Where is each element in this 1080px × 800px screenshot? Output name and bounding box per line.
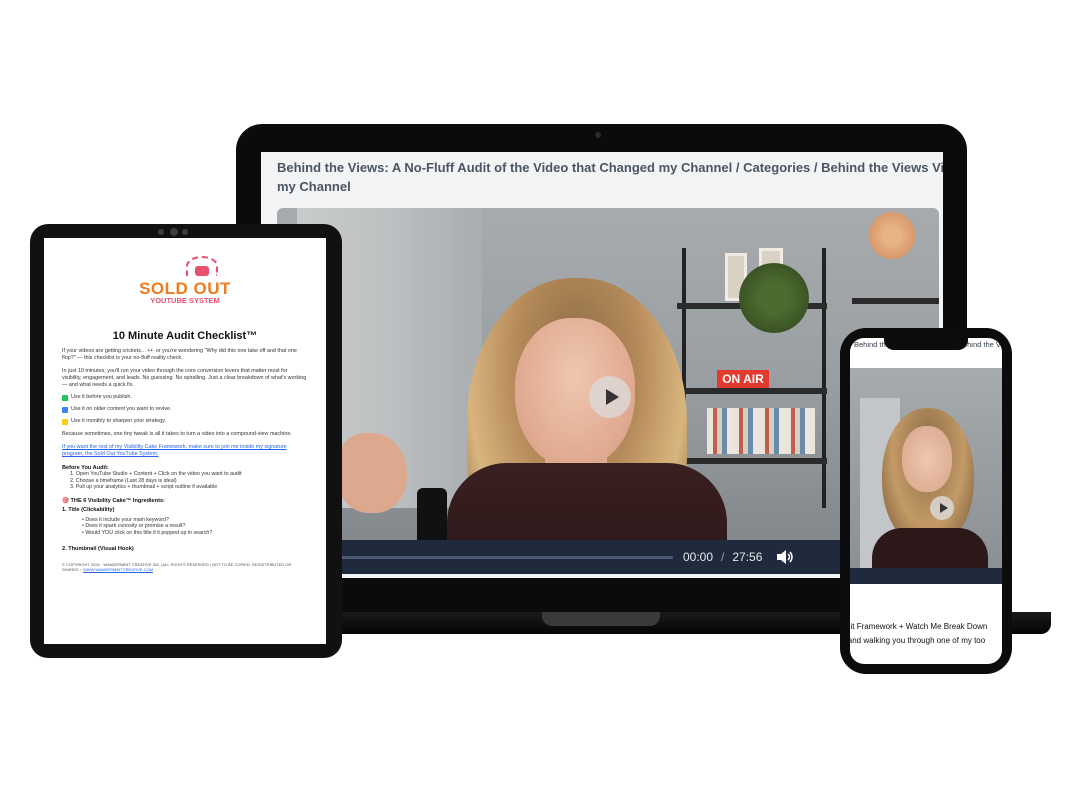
- title-bullet: • Does it spark curiosity or promise a r…: [82, 523, 186, 530]
- books: [707, 408, 815, 454]
- intro-paragraph: In just 10 minutes, you'll run your vide…: [62, 368, 307, 388]
- brand-logo: SOLD OUT YOUTUBE SYSTEM: [62, 238, 308, 308]
- laptop-base-notch: [542, 612, 660, 626]
- bullet-text: Would YOU click on this title if it popp…: [85, 529, 213, 536]
- lightbulb-icon: [62, 418, 68, 425]
- duration: 27:56: [732, 550, 763, 564]
- phone-description-line: n Audit Framework + Watch Me Break Down: [850, 622, 988, 631]
- use-item-text: Use it monthly to sharpen your strategy.: [71, 418, 166, 424]
- logo-subtext: YOUTUBE SYSTEM: [150, 296, 220, 305]
- use-item: Use it monthly to sharpen your strategy.: [62, 418, 308, 425]
- use-item: Use it on older content you want to revi…: [62, 406, 308, 413]
- lesson-title-line2: my Channel: [277, 179, 351, 194]
- title-bullet: • Would YOU click on this title if it po…: [82, 529, 213, 536]
- title-heading: 1. Title (Clickability): [62, 506, 115, 513]
- document-footer: © COPYRIGHT 2024 · WANDERMINT CREATIVE I…: [62, 562, 308, 572]
- refresh-icon: [62, 406, 68, 413]
- seek-bar[interactable]: [313, 550, 673, 564]
- laptop-camera: [595, 132, 601, 138]
- lesson-title-line1: Behind the Views: A No-Fluff Audit of th…: [277, 160, 943, 175]
- document-title: 10 Minute Audit Checklist™: [112, 330, 258, 342]
- shelf: [852, 298, 939, 304]
- shelf: [677, 388, 827, 394]
- use-item-text: Use it on older content you want to revi…: [71, 406, 172, 412]
- ingredients-heading: 🎯 THE 6 Visibility Cake™ Ingredients:: [62, 497, 165, 504]
- footer-website-link[interactable]: WWW.WANDERMINTCREATIVE.COM: [83, 567, 153, 572]
- lesson-title: Behind the Views: A No-Fluff Audit of th…: [277, 158, 943, 196]
- before-step: 3. Pull up your analytics + thumbnail + …: [70, 484, 218, 490]
- shelf-bracket: [822, 248, 826, 508]
- play-button[interactable]: [589, 376, 631, 418]
- plant: [739, 263, 809, 333]
- phone-notch: [884, 338, 968, 350]
- time-separator: /: [721, 550, 725, 564]
- checklist-document: SOLD OUT YOUTUBE SYSTEM 10 Minute Audit …: [44, 238, 326, 644]
- phone-video-controls: [850, 568, 1002, 584]
- on-air-sign: ON AIR: [717, 370, 769, 388]
- use-item-text: Use it before you publish.: [71, 394, 132, 400]
- shelf: [677, 458, 827, 464]
- bullet-text: Does it spark curiosity or promise a res…: [85, 523, 186, 530]
- flowers: [862, 208, 922, 263]
- presenter-face: [902, 426, 952, 492]
- phone-description-line: rtain and walking you through one of my …: [850, 636, 986, 645]
- logo-play-icon: [195, 266, 209, 276]
- phone-device: Behind the Views Video Audit / Behind th…: [840, 328, 1012, 674]
- play-icon: [606, 389, 619, 405]
- play-icon: [940, 503, 948, 513]
- tablet-camera: [158, 228, 188, 236]
- phone-description: n Audit Framework + Watch Me Break Down …: [850, 620, 1002, 648]
- volume-icon[interactable]: [776, 549, 794, 565]
- phone-play-button[interactable]: [930, 496, 954, 520]
- presenter-body: [872, 528, 988, 568]
- bullet-text: Does it include your main keyword?: [85, 516, 169, 523]
- phone-screen: Behind the Views Video Audit / Behind th…: [850, 338, 1002, 664]
- current-time: 00:00: [683, 550, 714, 564]
- because-paragraph: Because sometimes, one tiny tweak is all…: [62, 431, 292, 437]
- tablet-device: SOLD OUT YOUTUBE SYSTEM 10 Minute Audit …: [30, 224, 342, 658]
- program-link[interactable]: If you want the rest of my Visibility Ca…: [62, 444, 308, 458]
- presenter-hand: [337, 433, 407, 513]
- intro-paragraph: If your videos are getting crickets… 👀 o…: [62, 348, 297, 361]
- title-bullet: • Does it include your main keyword?: [82, 516, 169, 523]
- use-item: Use it before you publish.: [62, 394, 308, 401]
- checkmark-icon: [62, 394, 68, 401]
- phone-video-player[interactable]: [850, 368, 1002, 568]
- thumbnail-heading: 2. Thumbnail (Visual Hook): [62, 546, 134, 553]
